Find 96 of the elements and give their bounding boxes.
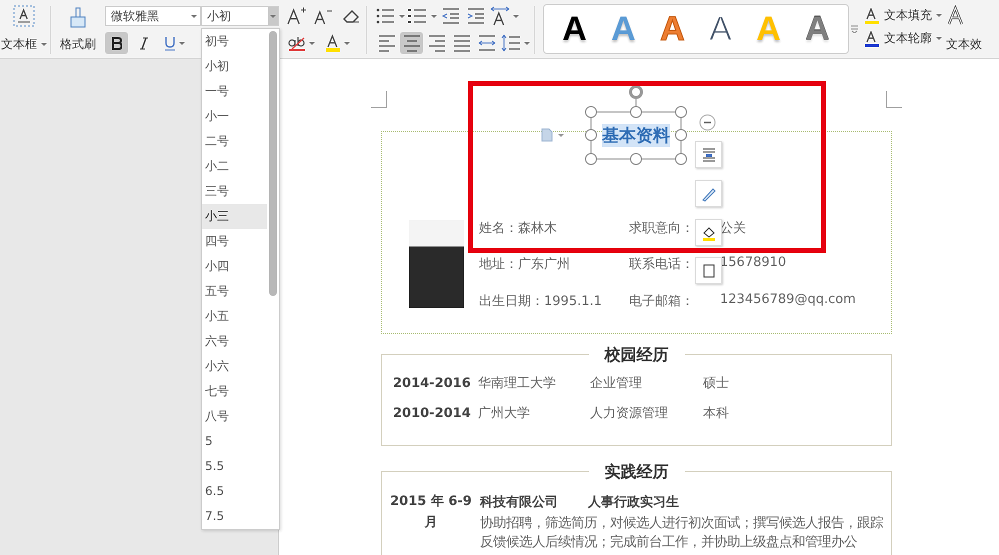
info-text: 地址：广东广州: [479, 256, 571, 274]
info-text: 出生日期：1995.1.1: [479, 292, 603, 310]
margin-corner-mark: [886, 91, 902, 108]
role-text: 人事行政实习生: [588, 494, 679, 511]
grow-font-button[interactable]: [285, 5, 308, 27]
text-style-option[interactable]: A: [556, 12, 593, 46]
info-value: 15678910: [720, 255, 786, 272]
font-size-option[interactable]: 小初: [202, 54, 267, 79]
degree-text: 硕士: [703, 375, 729, 392]
caret-icon: [308, 42, 314, 44]
align-right-icon: [426, 33, 446, 53]
font-size-option[interactable]: 小三: [202, 204, 267, 229]
textbox-button[interactable]: 文本框: [1, 36, 47, 53]
underline-icon: [164, 36, 176, 50]
info-text: 姓名：森林木: [479, 220, 558, 238]
caret-icon: [178, 42, 184, 44]
font-size-option[interactable]: 小五: [202, 304, 267, 329]
collapse-icon[interactable]: [699, 114, 716, 131]
layout-button[interactable]: [695, 141, 722, 168]
caret-icon: [512, 14, 518, 18]
period-text: 2014-2016: [393, 376, 472, 390]
font-size-option[interactable]: 六号: [202, 329, 267, 354]
school-text: 广州大学: [478, 405, 531, 422]
margin-corner-mark: [371, 91, 387, 108]
font-size-option[interactable]: 四号: [202, 229, 267, 254]
document-icon[interactable]: [541, 128, 565, 142]
caret-icon: [41, 43, 47, 46]
fill-bucket-button[interactable]: [695, 219, 722, 246]
major-text: 人力资源管理: [590, 405, 669, 422]
text-effect-button[interactable]: 文本效: [946, 36, 982, 53]
font-size-option[interactable]: 7.5: [202, 504, 267, 529]
caret-icon: [430, 14, 436, 18]
title-text[interactable]: 基本资料: [602, 124, 670, 147]
font-color-icon: [324, 34, 340, 52]
font-size-option[interactable]: 二号: [202, 129, 267, 154]
align-justify-icon: [452, 33, 472, 53]
font-size-option[interactable]: 小六: [202, 354, 267, 379]
font-size-option[interactable]: 5: [202, 429, 267, 454]
line-spacing-button[interactable]: [500, 32, 530, 54]
font-size-option[interactable]: 小四: [202, 254, 267, 279]
font-size-option[interactable]: 5.5: [202, 454, 267, 479]
description-text: 协助招聘，筛选简历，对候选人进行初次面试；撰写候选人报告，跟踪反馈候选人后续情况；完成前台工作，并协助上级盘点和管理办公: [480, 514, 884, 552]
text-fill-icon: [864, 8, 880, 24]
info-label: 求职意向：: [629, 220, 694, 238]
caret-icon: [344, 42, 350, 44]
text-fill-button[interactable]: 文本填充: [864, 7, 942, 24]
decrease-indent-icon: [440, 6, 460, 26]
textbox-icon[interactable]: [13, 5, 35, 27]
align-center-button[interactable]: [400, 32, 423, 54]
character-spacing-icon: [490, 6, 510, 26]
text-outline-icon: [864, 30, 880, 46]
more-styles-icon[interactable]: [851, 25, 858, 33]
caret-icon: [936, 14, 942, 17]
font-size-field[interactable]: 小初: [201, 6, 279, 26]
font-size-option[interactable]: 一号: [202, 79, 267, 104]
font-size-option[interactable]: 小一: [202, 104, 267, 129]
text-style-option[interactable]: A: [799, 12, 836, 46]
font-size-option[interactable]: 6.5: [202, 479, 267, 504]
scrollbar-thumb[interactable]: [269, 31, 277, 296]
info-label: 电子邮箱：: [629, 292, 694, 310]
font-size-option[interactable]: 五号: [202, 279, 267, 304]
font-size-option[interactable]: 初号: [202, 29, 267, 54]
info-value: 123456789@qq.com: [720, 292, 856, 309]
school-text: 华南理工大学: [478, 375, 557, 392]
degree-text: 本科: [703, 405, 729, 422]
numbered-list-icon: [408, 6, 428, 26]
outline-shape-button[interactable]: [695, 257, 722, 284]
font-size-option[interactable]: 七号: [202, 379, 267, 404]
bold-icon: [112, 36, 122, 50]
major-text: 企业管理: [590, 375, 643, 392]
line-spacing-icon: [500, 33, 520, 53]
font-size-option[interactable]: 三号: [202, 179, 267, 204]
text-outline-button[interactable]: 文本轮廓: [864, 30, 942, 47]
info-label: 联系电话：: [629, 256, 694, 274]
grow-font-icon: [286, 6, 306, 26]
format-painter-button[interactable]: 格式刷: [60, 36, 96, 53]
align-left-icon: [376, 33, 396, 53]
highlighter-icon: [288, 34, 306, 52]
bullet-list-icon: [376, 6, 396, 26]
caret-icon: [936, 37, 942, 40]
bold-button[interactable]: [105, 32, 128, 54]
increase-indent-icon: [466, 6, 486, 26]
italic-icon: [140, 36, 148, 50]
caret-icon: [524, 42, 530, 44]
font-size-option[interactable]: 小二: [202, 154, 267, 179]
period-text: 2015 年 6-9 月: [390, 493, 472, 532]
company-text: 科技有限公司: [480, 494, 559, 511]
font-size-option[interactable]: 八号: [202, 404, 267, 429]
align-distributed-icon: [476, 33, 496, 53]
align-center-icon: [402, 33, 422, 53]
character-spacing-button[interactable]: [489, 5, 519, 27]
font-name-field[interactable]: 微软雅黑: [105, 6, 201, 26]
caret-icon: [191, 14, 197, 18]
caret-icon: [398, 14, 404, 18]
pen-button[interactable]: [695, 180, 722, 207]
period-text: 2010-2014: [393, 406, 472, 420]
